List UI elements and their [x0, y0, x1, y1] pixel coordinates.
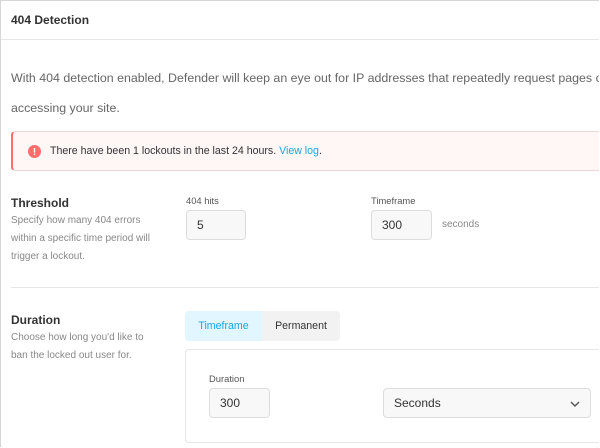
lockout-notice: There have been 1 lockouts in the last 2…: [11, 131, 599, 171]
timeframe-unit: seconds: [442, 219, 480, 230]
duration-tabs: Timeframe Permanent: [185, 311, 340, 341]
duration-unit-value: Seconds: [394, 396, 441, 410]
page-title: 404 Detection: [11, 13, 90, 27]
threshold-title: Threshold: [11, 196, 70, 210]
panel-header: 404 Detection: [1, 1, 599, 40]
duration-input[interactable]: [209, 388, 270, 418]
intro-text: With 404 detection enabled, Defender wil…: [11, 63, 599, 123]
threshold-description: Specify how many 404 errors within a spe…: [11, 215, 150, 262]
tab-timeframe[interactable]: Timeframe: [185, 311, 262, 341]
intro-line-1: With 404 detection enabled, Defender wil…: [11, 71, 599, 85]
view-log-link[interactable]: View log: [279, 145, 319, 157]
chevron-down-icon: [570, 394, 580, 412]
duration-unit-select[interactable]: Seconds: [383, 388, 591, 418]
duration-label: Duration: [209, 373, 245, 384]
hits-label: 404 hits: [186, 195, 219, 206]
duration-description: Choose how long you'd like to ban the lo…: [11, 332, 144, 361]
intro-line-2: accessing your site.: [11, 101, 120, 115]
error-icon: [28, 144, 41, 158]
section-divider: [11, 287, 599, 288]
timeframe-input[interactable]: [371, 210, 432, 240]
notice-period: .: [318, 145, 322, 157]
notice-text: There have been 1 lockouts in the last 2…: [50, 145, 280, 157]
hits-input[interactable]: [186, 210, 246, 240]
tab-permanent[interactable]: Permanent: [262, 311, 340, 341]
duration-title: Duration: [11, 313, 61, 327]
notice-message: There have been 1 lockouts in the last 2…: [50, 145, 322, 157]
settings-panel: 404 Detection With 404 detection enabled…: [0, 0, 599, 447]
timeframe-label: Timeframe: [371, 195, 416, 206]
